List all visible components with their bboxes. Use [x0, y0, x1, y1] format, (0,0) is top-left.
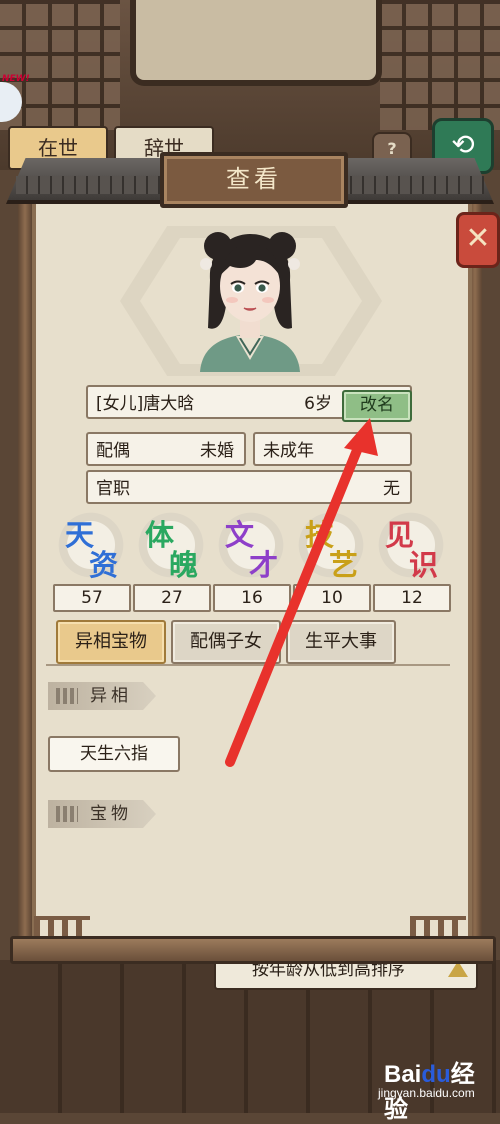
traits-section-label: 异相 [90, 686, 132, 706]
adult-status: 未成年 [263, 441, 314, 461]
treasures-section-label: 宝物 [90, 804, 132, 824]
attribute-value: 57 [53, 584, 131, 612]
attribute-char-2: 资 [89, 548, 119, 582]
dialog-title-plaque: 查看 [160, 152, 348, 208]
attribute-skill: 技 艺 10 [293, 510, 371, 612]
spouse-value: 未婚 [200, 441, 234, 461]
attribute-value: 16 [213, 584, 291, 612]
character-portrait [200, 232, 300, 372]
office-value: 无 [383, 479, 400, 499]
baidu-jingyan-watermark: Baidu经验 jingyan.baidu.com [378, 1054, 498, 1123]
office-label: 官职 [96, 479, 130, 499]
attribute-knowledge: 见 识 12 [373, 510, 451, 612]
treasures-section-title: 宝物 [48, 800, 156, 828]
attribute-value: 10 [293, 584, 371, 612]
section-pattern-icon [56, 806, 78, 822]
section-divider [46, 664, 450, 672]
adult-status-row: 未成年 [253, 432, 412, 466]
rename-button[interactable]: 改名 [342, 390, 412, 422]
attribute-char-2: 才 [249, 548, 279, 582]
character-name: [女儿]唐大晗 [96, 394, 195, 414]
attribute-literary: 文 才 16 [213, 510, 291, 612]
attribute-char-2: 魄 [169, 548, 199, 582]
dialog-base [10, 936, 496, 964]
spouse-row: 配偶 未婚 [86, 432, 246, 466]
office-row: 官职 无 [86, 470, 412, 504]
new-badge-label: NEW! [2, 74, 30, 84]
background-painting [130, 0, 382, 86]
lattice-window-right [380, 0, 500, 130]
attribute-talent: 天 资 57 [53, 510, 131, 612]
character-age: 6岁 [304, 394, 332, 414]
tab-spouse-children[interactable]: 配偶子女 [171, 620, 281, 664]
attribute-value: 27 [133, 584, 211, 612]
tab-life-events[interactable]: 生平大事 [286, 620, 396, 664]
spouse-label: 配偶 [96, 441, 130, 461]
section-pattern-icon [56, 688, 78, 704]
attribute-char-2: 识 [409, 548, 439, 582]
attribute-value: 12 [373, 584, 451, 612]
close-button[interactable]: ✕ [456, 212, 500, 268]
dialog-pillar-left [18, 200, 32, 940]
dialog-title: 查看 [226, 165, 282, 193]
watermark-url: jingyan.baidu.com [378, 1086, 475, 1100]
attribute-physique: 体 魄 27 [133, 510, 211, 612]
traits-section-title: 异相 [48, 682, 156, 710]
trait-chip[interactable]: 天生六指 [48, 736, 180, 772]
tab-traits-treasures[interactable]: 异相宝物 [56, 620, 166, 664]
attribute-char-2: 艺 [329, 548, 359, 582]
